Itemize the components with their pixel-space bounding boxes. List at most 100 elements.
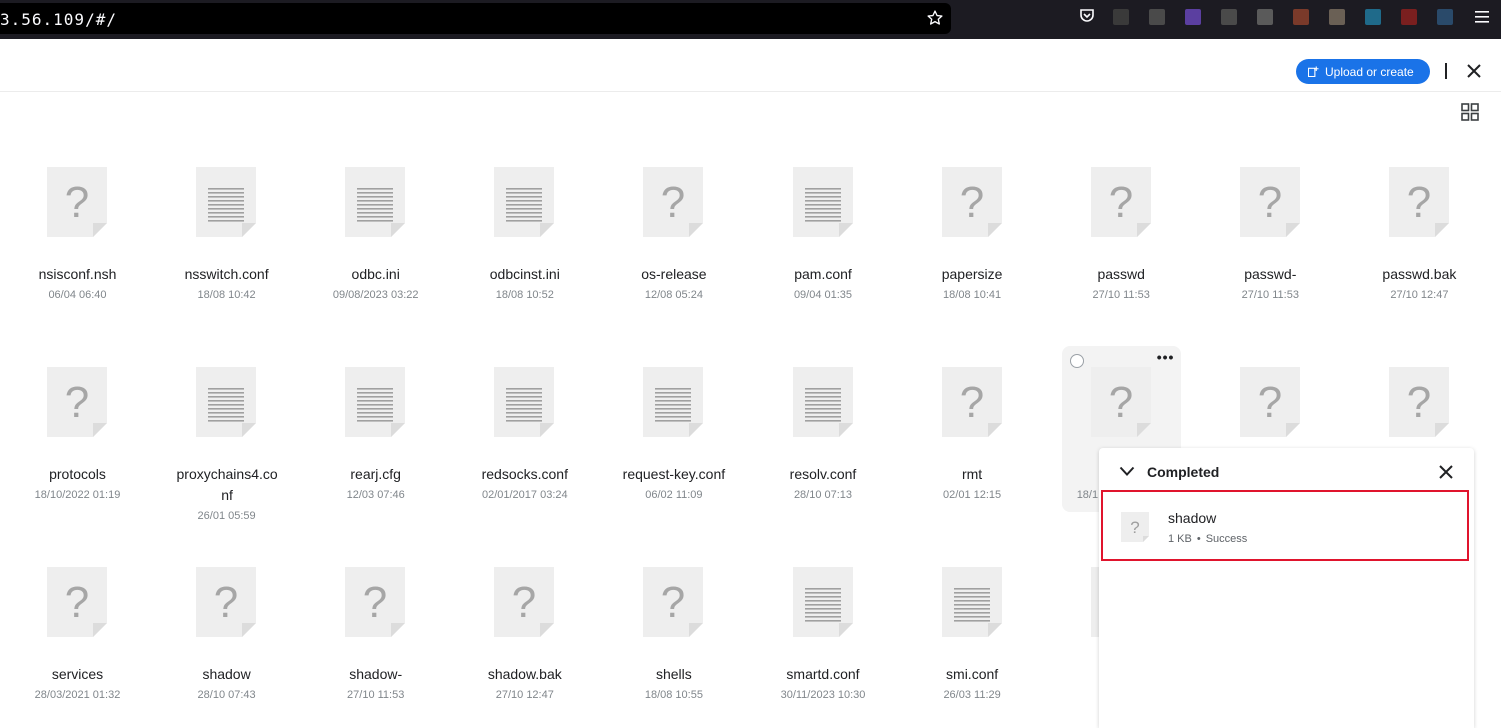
upload-or-create-button[interactable]: Upload or create: [1296, 59, 1430, 84]
file-name: odbc.ini: [351, 266, 400, 282]
svg-text:?: ?: [1108, 178, 1132, 227]
extension-icon[interactable]: [1437, 9, 1453, 25]
file-name: pam.conf: [794, 266, 852, 282]
file-tile[interactable]: request-key.conf 06/02 11:09: [599, 340, 748, 520]
unknown-file-icon: ?: [1239, 167, 1300, 237]
file-tile[interactable]: smi.conf 26/03 11:29: [898, 540, 1047, 720]
text-file-icon: [494, 167, 555, 237]
unknown-file-icon: ?: [196, 567, 257, 637]
extension-icon[interactable]: [1149, 9, 1165, 25]
file-tile[interactable]: ? protocols 18/10/2022 01:19: [3, 340, 152, 520]
file-tile[interactable]: ? passwd.bak 27/10 12:47: [1345, 140, 1494, 320]
pocket-icon[interactable]: [1078, 7, 1096, 25]
file-name: shadow-: [349, 666, 403, 682]
extension-icon[interactable]: [1257, 9, 1273, 25]
extension-icon[interactable]: [1293, 9, 1309, 25]
file-tile[interactable]: ? rmt 02/01 12:15: [898, 340, 1047, 520]
hamburger-menu-icon[interactable]: [1474, 10, 1490, 24]
file-date: 18/08 10:41: [943, 289, 1002, 301]
upload-icon: [1308, 66, 1319, 77]
file-name: services: [51, 666, 104, 682]
more-options-icon[interactable]: •••: [1157, 350, 1175, 366]
unknown-file-icon: ?: [47, 167, 107, 237]
upload-item-status: Success: [1205, 533, 1248, 545]
svg-text:?: ?: [959, 378, 983, 427]
unknown-file-icon: ?: [1090, 367, 1151, 437]
svg-text:?: ?: [1258, 378, 1282, 427]
upload-panel-header: Completed: [1099, 448, 1474, 494]
file-name: request-key.conf: [622, 466, 726, 482]
file-date: 06/02 11:09: [645, 489, 703, 501]
grid-view-icon[interactable]: [1461, 103, 1479, 121]
upload-item[interactable]: ? shadow 1 KB • Success: [1101, 490, 1469, 561]
file-tile[interactable]: proxychains4.co nf 26/01 05:59: [152, 340, 301, 522]
file-date: 30/11/2023 10:30: [780, 689, 866, 701]
file-tile[interactable]: ? passwd 27/10 11:53: [1047, 140, 1196, 320]
svg-text:?: ?: [661, 578, 685, 627]
extension-icon[interactable]: [1365, 9, 1381, 25]
file-name: redsocks.conf: [481, 466, 568, 482]
upload-panel-title: Completed: [1147, 464, 1220, 480]
browser-toolbar: 3.56.109/#/: [0, 0, 1501, 39]
file-date: 27/10 11:53: [1092, 289, 1150, 301]
file-name: shadow: [202, 666, 251, 682]
unknown-file-icon: ?: [47, 567, 107, 637]
unknown-file-icon: ?: [345, 567, 406, 637]
file-tile[interactable]: nsswitch.conf 18/08 10:42: [152, 140, 301, 320]
file-tile[interactable]: redsocks.conf 02/01/2017 03:24: [450, 340, 599, 520]
bookmark-star-icon[interactable]: [926, 9, 944, 27]
file-date: 06/04 06:40: [48, 289, 107, 301]
file-name: smartd.conf: [786, 666, 860, 682]
app-header: Upload or create: [0, 39, 1501, 92]
text-file-icon: [643, 367, 704, 437]
file-tile[interactable]: ? shadow.bak 27/10 12:47: [450, 540, 599, 720]
close-panel-icon[interactable]: [1439, 465, 1453, 479]
file-name: os-release: [641, 266, 707, 282]
file-date: 18/10/2022 01:19: [34, 489, 121, 501]
file-name: resolv.conf: [789, 466, 857, 482]
extension-icon[interactable]: [1185, 9, 1201, 25]
file-tile[interactable]: pam.conf 09/04 01:35: [749, 140, 898, 320]
file-tile[interactable]: ? os-release 12/08 05:24: [599, 140, 748, 320]
file-tile[interactable]: rearj.cfg 12/03 07:46: [301, 340, 450, 520]
svg-text:?: ?: [1108, 378, 1132, 427]
extension-icon[interactable]: [1221, 9, 1237, 25]
file-tile[interactable]: ? shells 18/08 10:55: [599, 540, 748, 720]
file-tile[interactable]: ? shadow 28/10 07:43: [152, 540, 301, 720]
text-file-icon: [792, 167, 853, 237]
file-tile[interactable]: resolv.conf 28/10 07:13: [749, 340, 898, 520]
select-checkbox[interactable]: [1069, 354, 1084, 368]
url-bar[interactable]: 3.56.109/#/: [0, 3, 951, 34]
file-date: 18/08 10:52: [495, 289, 554, 301]
file-date: 18/08 10:42: [197, 289, 256, 301]
url-text[interactable]: 3.56.109/#/: [0, 10, 117, 29]
file-tile[interactable]: ? shadow- 27/10 11:53: [301, 540, 450, 720]
file-tile[interactable]: odbcinst.ini 18/08 10:52: [450, 140, 599, 320]
file-date: 12/08 05:24: [644, 289, 703, 301]
unknown-file-icon: ?: [1388, 367, 1449, 437]
file-tile[interactable]: smartd.conf 30/11/2023 10:30: [749, 540, 898, 720]
file-name: protocols: [49, 466, 106, 482]
close-icon[interactable]: [1466, 63, 1482, 79]
extension-icon[interactable]: [1113, 9, 1129, 25]
unknown-file-icon: ?: [1121, 512, 1149, 542]
text-file-icon: [196, 367, 257, 437]
svg-text:?: ?: [214, 578, 238, 627]
file-tile[interactable]: ? services 28/03/2021 01:32: [3, 540, 152, 720]
unknown-file-icon: ?: [941, 367, 1002, 437]
unknown-file-icon: ?: [1090, 167, 1151, 237]
file-name: nsswitch.conf: [184, 266, 269, 282]
chevron-down-icon[interactable]: [1119, 465, 1135, 477]
file-date: 18/08 10:55: [644, 689, 703, 701]
unknown-file-icon: ?: [941, 167, 1002, 237]
file-tile[interactable]: ? passwd- 27/10 11:53: [1196, 140, 1345, 320]
file-tile[interactable]: ? nsisconf.nsh 06/04 06:40: [3, 140, 152, 320]
file-date: 26/03 11:29: [943, 689, 1001, 701]
file-tile[interactable]: ? papersize 18/08 10:41: [898, 140, 1047, 320]
svg-text:?: ?: [65, 178, 89, 227]
extension-icon[interactable]: [1401, 9, 1417, 25]
extension-icon[interactable]: [1329, 9, 1345, 25]
file-tile[interactable]: odbc.ini 09/08/2023 03:22: [301, 140, 450, 320]
file-name: shells: [655, 666, 692, 682]
file-name: smi.conf: [946, 666, 999, 682]
